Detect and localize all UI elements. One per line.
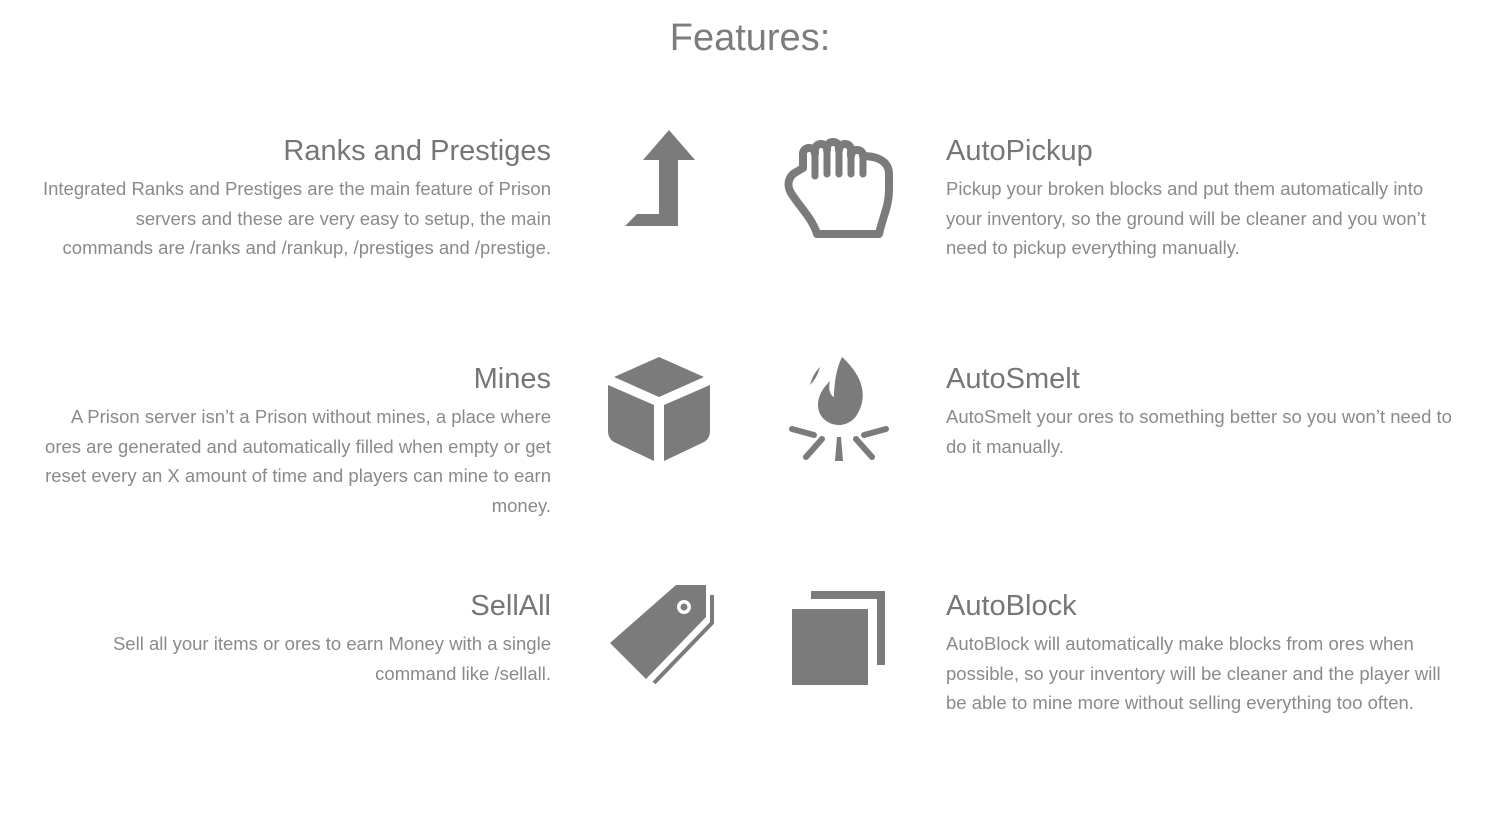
feature-title: AutoPickup <box>946 135 1093 167</box>
page-title: Features: <box>669 17 831 59</box>
clone-squares-icon <box>783 583 893 693</box>
feature-sellall: SellAll Sell all your items or ores to e… <box>40 589 551 688</box>
feature-description: Sell all your items or ores to earn Mone… <box>112 633 551 684</box>
price-tag-icon <box>604 583 714 693</box>
feature-title: AutoBlock <box>946 590 1077 622</box>
feature-description: AutoSmelt your ores to something better … <box>946 406 1452 457</box>
feature-description: Pickup your broken blocks and put them a… <box>946 178 1426 258</box>
feature-title: AutoSmelt <box>946 363 1080 395</box>
campfire-icon <box>784 355 894 465</box>
feature-autosmelt: AutoSmelt AutoSmelt your ores to somethi… <box>946 362 1456 461</box>
feature-autoblock: AutoBlock AutoBlock will automatically m… <box>946 589 1456 718</box>
feature-ranks-and-prestiges: Ranks and Prestiges Integrated Ranks and… <box>40 134 551 263</box>
feature-title: SellAll <box>470 590 551 622</box>
feature-description: Integrated Ranks and Prestiges are the m… <box>42 178 551 258</box>
level-up-arrow-icon <box>603 128 713 238</box>
cube-icon <box>604 355 714 465</box>
feature-description: A Prison server isn’t a Prison without m… <box>45 406 551 516</box>
grab-hand-icon <box>783 130 893 240</box>
feature-mines: Mines A Prison server isn’t a Prison wit… <box>40 362 551 520</box>
feature-description: AutoBlock will automatically make blocks… <box>946 633 1441 713</box>
feature-title: Mines <box>473 363 551 395</box>
feature-title: Ranks and Prestiges <box>283 135 551 167</box>
feature-autopickup: AutoPickup Pickup your broken blocks and… <box>946 134 1456 263</box>
